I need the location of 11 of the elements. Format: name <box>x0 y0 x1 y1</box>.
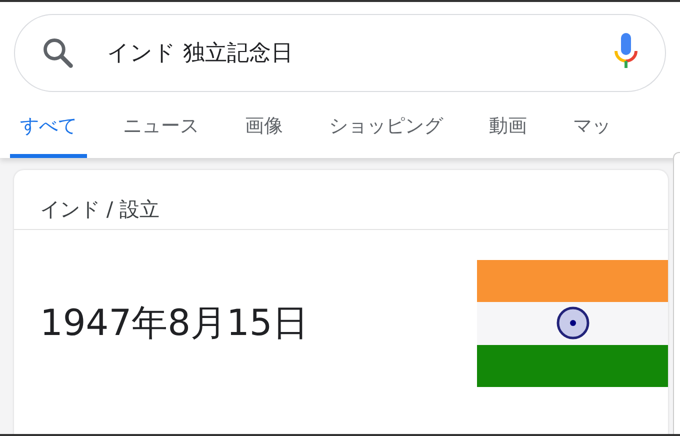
search-field[interactable]: インド 独立記念日 <box>105 40 613 66</box>
tab[interactable]: すべて <box>10 92 87 158</box>
tab[interactable]: 画像 <box>235 92 293 158</box>
breadcrumb: インド / 設立 <box>40 196 160 223</box>
search-icon[interactable] <box>41 36 75 70</box>
search-bar[interactable]: インド 独立記念日 <box>14 14 666 92</box>
answer-date: 1947年8月15日 <box>40 302 308 346</box>
tab[interactable]: ショッピング <box>319 92 453 158</box>
tab[interactable]: マッ <box>563 92 621 158</box>
tab[interactable]: ニュース <box>113 92 209 158</box>
tab[interactable]: 動画 <box>479 92 537 158</box>
